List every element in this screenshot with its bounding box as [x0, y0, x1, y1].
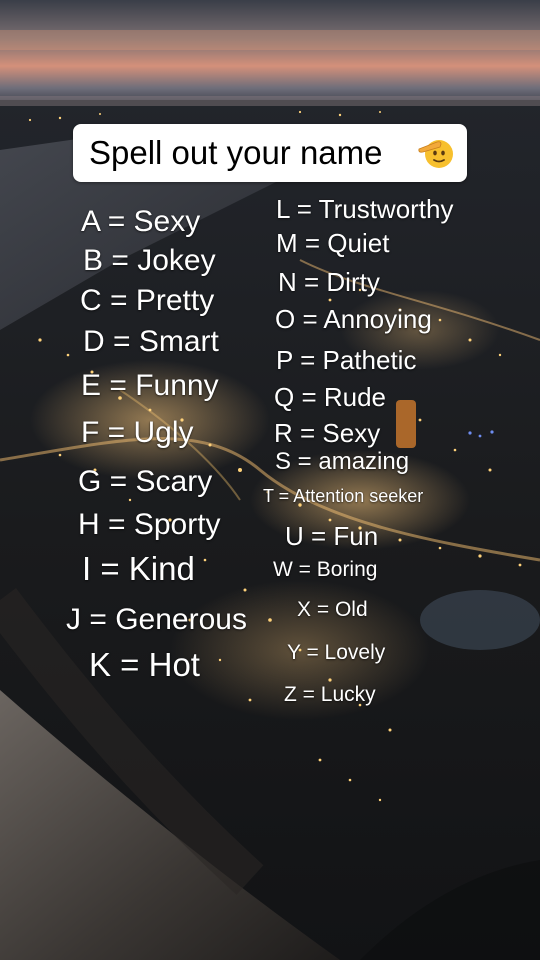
- letter-entry-u: U = Fun: [285, 521, 379, 551]
- letter-entry-q: Q = Rude: [274, 382, 387, 412]
- letter-entry-z: Z = Lucky: [284, 683, 376, 706]
- letter-entry-i: I = Kind: [82, 550, 195, 587]
- letter-entry-p: P = Pathetic: [276, 345, 417, 375]
- letter-entry-l: L = Trustworthy: [276, 194, 454, 224]
- letter-entry-j: J = Generous: [66, 603, 247, 636]
- letter-entry-x: X = Old: [297, 598, 368, 621]
- letter-entry-c: C = Pretty: [80, 284, 215, 317]
- letter-entry-t: T = Attention seeker: [263, 486, 424, 506]
- letter-entry-m: M = Quiet: [276, 228, 390, 258]
- letter-entry-g: G = Scary: [78, 465, 213, 498]
- title-card: Spell out your name: [73, 124, 467, 182]
- letter-entry-e: E = Funny: [81, 369, 219, 402]
- letter-entry-s: S = amazing: [275, 448, 410, 475]
- letter-entry-o: O = Annoying: [275, 304, 432, 334]
- letter-entry-a: A = Sexy: [81, 205, 201, 238]
- saluting-face-emoji-icon: [418, 140, 453, 168]
- letter-entry-h: H = Sporty: [78, 508, 221, 541]
- letter-entry-d: D = Smart: [83, 325, 219, 358]
- title-text: Spell out your name: [89, 134, 383, 171]
- letter-entry-f: F = Ugly: [81, 416, 194, 449]
- photo-scene: Spell out your name A = Sexy B = Jokey C…: [0, 0, 540, 960]
- letter-entry-n: N = Dirty: [278, 267, 380, 297]
- letter-entry-y: Y = Lovely: [287, 641, 386, 664]
- letter-entry-k: K = Hot: [89, 646, 200, 683]
- letter-entry-w: W = Boring: [273, 558, 378, 581]
- letter-entry-r: R = Sexy: [274, 418, 381, 448]
- letter-entry-b: B = Jokey: [83, 244, 216, 277]
